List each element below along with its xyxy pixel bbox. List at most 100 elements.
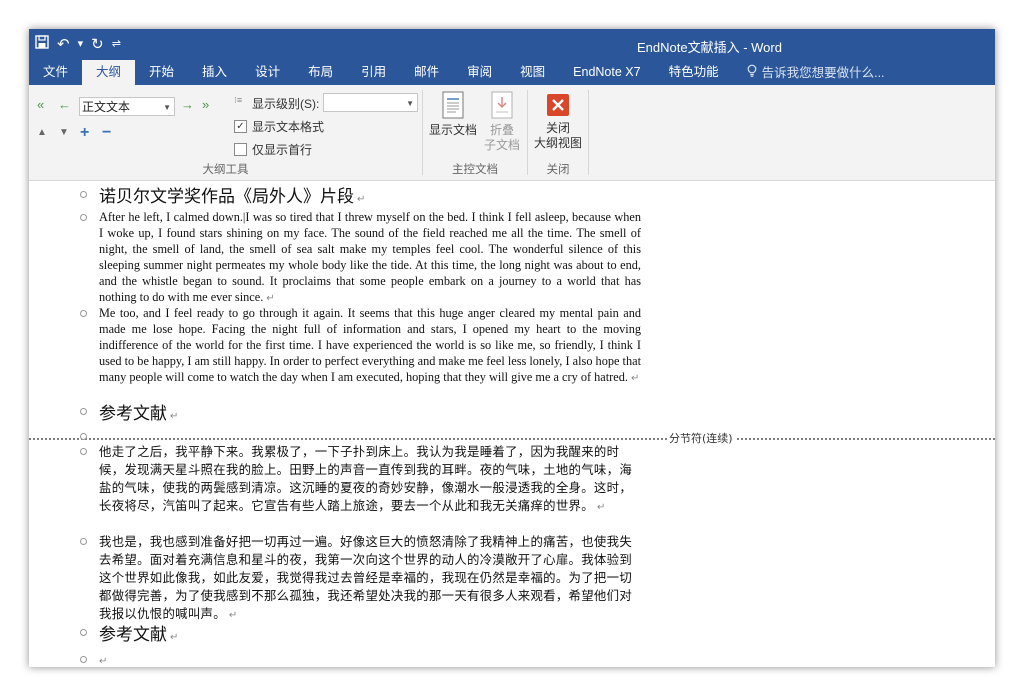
show-document-label: 显示文档 (428, 123, 477, 137)
expand-icon[interactable]: + (80, 124, 89, 142)
tab-references[interactable]: 引用 (347, 60, 400, 85)
english-paragraph-2: Me too, and I feel ready to go through i… (99, 306, 641, 384)
heading-novel-excerpt: 诺贝尔文学奖作品《局外人》片段 (99, 187, 354, 207)
group-divider (588, 90, 589, 175)
close-line1: 关闭 (545, 121, 570, 135)
promote-to-heading1-icon[interactable]: « (37, 97, 44, 112)
outline-item: 参考文献 ↵ (80, 624, 178, 649)
show-document-button[interactable]: 显示文档 (427, 91, 479, 138)
outline-item: 参考文献 ↵ (80, 403, 178, 428)
paragraph-mark-icon: ↵ (170, 632, 179, 643)
outline-bullet-icon[interactable] (80, 310, 87, 317)
chevron-down-icon: ▼ (406, 99, 414, 108)
outline-tools-group: « ← 正文文本 ▼ → » ▲ ▼ + − ⁝≡ 显示级别(S): ▼ ✓ 显… (29, 85, 422, 180)
undo-icon[interactable]: ↶ (57, 33, 70, 55)
outline-bullet-icon[interactable] (80, 433, 87, 440)
lightbulb-icon (747, 61, 757, 85)
first-line-only-checkbox[interactable]: 仅显示首行 (234, 141, 312, 158)
heading-references: 参考文献 (99, 404, 167, 424)
title-bar: ↶ ▾ ↻ ⇌ EndNote文献插入 - Word (29, 29, 995, 60)
collapse-line1: 折叠 (489, 123, 514, 137)
outline-item: ↵ (80, 651, 107, 667)
collapse-subdocuments-icon (479, 91, 525, 123)
tab-layout[interactable]: 布局 (294, 60, 347, 85)
collapse-line2: 子文档 (483, 138, 520, 152)
collapse-icon[interactable]: − (102, 124, 111, 142)
outline-level-value: 正文文本 (82, 100, 131, 114)
tell-me-box[interactable]: 告诉我您想要做什么... (733, 60, 899, 85)
move-up-icon[interactable]: ▲ (37, 127, 47, 138)
paragraph-mark-icon: ↵ (357, 194, 366, 205)
outline-item: After he left, I calmed down.|I was so t… (80, 209, 641, 307)
section-break-label: 分节符(连续) (667, 430, 735, 446)
tab-file[interactable]: 文件 (29, 60, 82, 85)
tab-view[interactable]: 视图 (506, 60, 559, 85)
close-icon (530, 93, 586, 121)
show-text-formatting-label: 显示文本格式 (252, 120, 325, 134)
tab-features[interactable]: 特色功能 (655, 60, 733, 85)
quick-access-toolbar: ↶ ▾ ↻ ⇌ (35, 33, 121, 55)
window-title: EndNote文献插入 - Word (637, 40, 782, 55)
tab-review[interactable]: 审阅 (453, 60, 506, 85)
chinese-paragraph-2: 我也是，我也感到准备好把一切再过一遍。好像这巨大的愤怒清除了我精神上的痛苦，也使… (99, 534, 633, 621)
paragraph-mark-icon: ↵ (596, 502, 606, 513)
show-level-select[interactable]: ▼ (323, 93, 418, 112)
outline-bullet-icon[interactable] (80, 448, 87, 455)
collapse-subdocuments-button[interactable]: 折叠 子文档 (479, 91, 525, 153)
empty-checkbox-icon (234, 143, 247, 156)
first-line-only-label: 仅显示首行 (252, 143, 313, 157)
tab-design[interactable]: 设计 (241, 60, 294, 85)
ribbon-tab-bar: 文件 大纲 开始 插入 设计 布局 引用 邮件 审阅 视图 EndNote X7… (29, 60, 995, 85)
show-level-label: 显示级别(S): (252, 97, 320, 111)
paragraph-mark-icon: ↵ (228, 610, 238, 621)
document-area[interactable]: 诺贝尔文学奖作品《局外人》片段 ↵ After he left, I calmed… (29, 181, 995, 667)
outline-bullet-icon[interactable] (80, 214, 87, 221)
english-paragraph-1: After he left, I calmed down.|I was so t… (99, 210, 641, 304)
heading-references-2: 参考文献 (99, 625, 167, 645)
close-group-label: 关闭 (546, 164, 570, 176)
master-document-group: 显示文档 折叠 子文档 主控文档 (423, 85, 527, 180)
master-document-group-label: 主控文档 (452, 164, 498, 176)
word-window: ↶ ▾ ↻ ⇌ EndNote文献插入 - Word 文件 大纲 开始 插入 设… (29, 29, 995, 667)
tab-mailings[interactable]: 邮件 (400, 60, 453, 85)
tab-endnote[interactable]: EndNote X7 (559, 60, 654, 85)
tell-me-placeholder: 告诉我您想要做什么... (761, 65, 885, 80)
outline-bullet-icon[interactable] (80, 629, 87, 636)
show-text-formatting-checkbox[interactable]: ✓ 显示文本格式 (234, 118, 324, 135)
redo-icon[interactable]: ↻ (91, 33, 104, 55)
paragraph-mark-icon: ↵ (170, 411, 179, 422)
tab-insert[interactable]: 插入 (188, 60, 241, 85)
tab-home[interactable]: 开始 (135, 60, 188, 85)
outline-level-select[interactable]: 正文文本 ▼ (79, 97, 175, 116)
chinese-paragraph-1: 他走了之后，我平静下来。我累极了，一下子扑到床上。我认为我是睡着了，因为我醒来的… (99, 444, 633, 513)
outline-item: Me too, and I feel ready to go through i… (80, 305, 641, 387)
outline-bullet-icon[interactable] (80, 538, 87, 545)
ribbon: « ← 正文文本 ▼ → » ▲ ▼ + − ⁝≡ 显示级别(S): ▼ ✓ 显… (29, 85, 995, 181)
tab-outline[interactable]: 大纲 (82, 60, 136, 85)
section-break: 分节符(连续) (29, 430, 995, 446)
undo-dropdown-icon[interactable]: ▾ (78, 33, 84, 55)
chevron-down-icon: ▼ (163, 103, 171, 112)
outline-bullet-icon[interactable] (80, 656, 87, 663)
section-break-line (29, 438, 995, 440)
checkmark-icon: ✓ (234, 120, 247, 133)
show-level-icon: ⁝≡ (234, 95, 243, 105)
customize-icon[interactable]: ⇌ (112, 33, 121, 55)
close-line2: 大纲视图 (533, 136, 582, 150)
outline-bullet-icon[interactable] (80, 191, 87, 198)
outline-item: 我也是，我也感到准备好把一切再过一遍。好像这巨大的愤怒清除了我精神上的痛苦，也使… (80, 533, 639, 625)
demote-icon[interactable]: → (181, 97, 194, 112)
save-icon[interactable] (35, 33, 49, 55)
paragraph-mark-icon: ↵ (99, 656, 108, 667)
paragraph-mark-icon: ↵ (266, 293, 275, 304)
show-document-icon (427, 91, 479, 123)
outline-item: 诺贝尔文学奖作品《局外人》片段 ↵ (80, 186, 365, 211)
close-group: 关闭 大纲视图 关闭 (528, 85, 588, 180)
outline-bullet-icon[interactable] (80, 408, 87, 415)
demote-to-body-icon[interactable]: » (202, 97, 209, 112)
move-down-icon[interactable]: ▼ (59, 127, 69, 138)
promote-icon[interactable]: ← (58, 97, 71, 112)
close-outline-view-button[interactable]: 关闭 大纲视图 (530, 93, 586, 151)
outline-tools-group-label: 大纲工具 (202, 164, 249, 176)
outline-item: 他走了之后，我平静下来。我累极了，一下子扑到床上。我认为我是睡着了，因为我醒来的… (80, 443, 639, 517)
